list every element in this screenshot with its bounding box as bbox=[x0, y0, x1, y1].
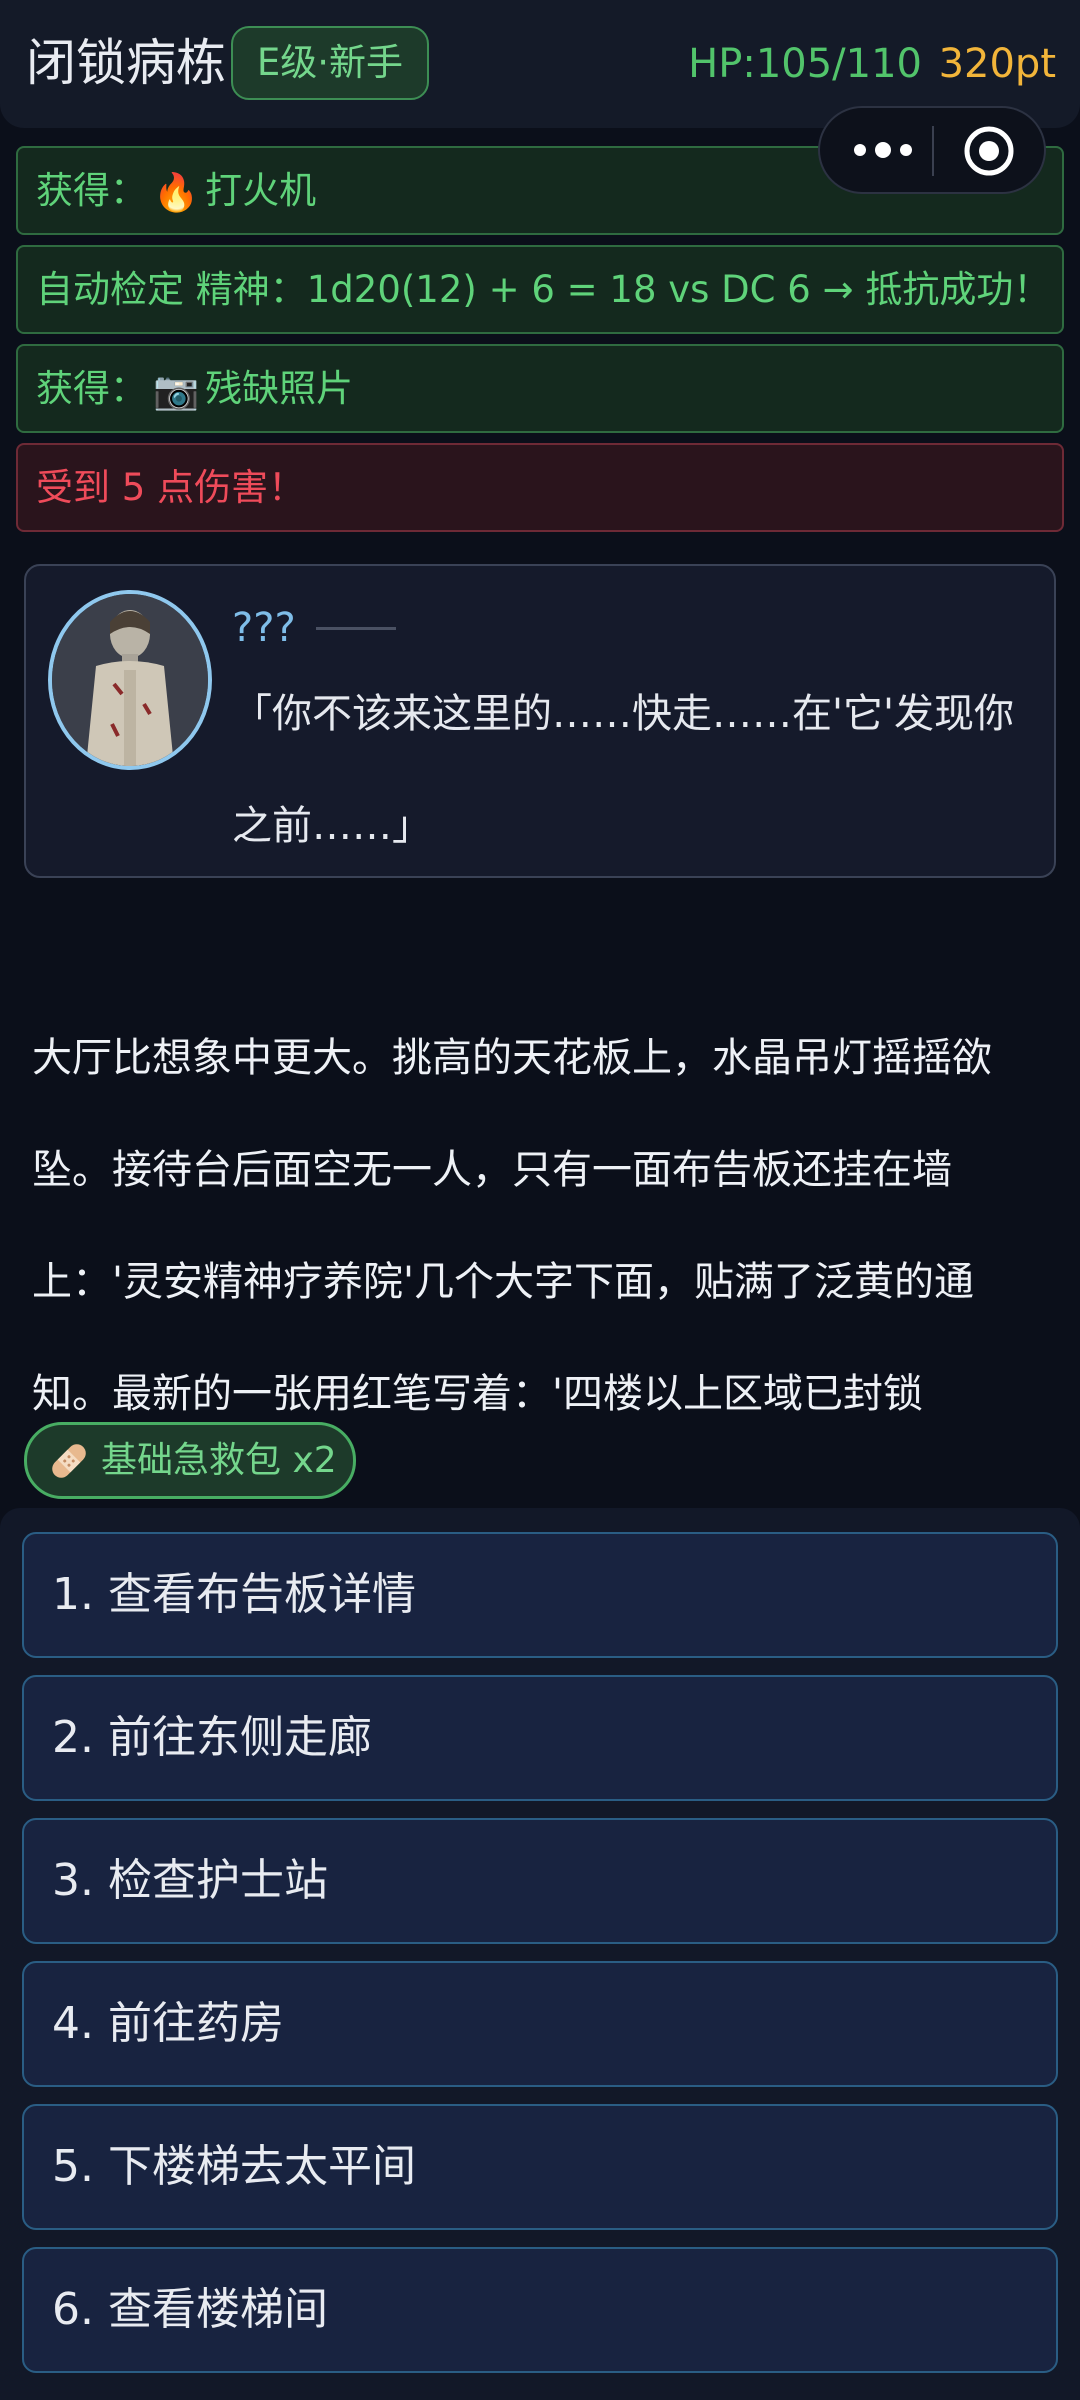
notice-auto-check: 自动检定 精神：1d20(12) + 6 = 18 vs DC 6 → 抵抗成功… bbox=[16, 245, 1064, 334]
choice-button-1[interactable]: 1. 查看布告板详情 bbox=[22, 1532, 1058, 1658]
notice-prefix: 获得： bbox=[36, 367, 147, 410]
choice-button-4[interactable]: 4. 前往药房 bbox=[22, 1961, 1058, 2087]
speaker-name: ??? bbox=[232, 605, 296, 651]
choice-button-3[interactable]: 3. 检查护士站 bbox=[22, 1818, 1058, 1944]
more-dots-icon[interactable] bbox=[848, 130, 918, 170]
notice-prefix: 获得： bbox=[36, 169, 147, 212]
miniprogram-capsule bbox=[818, 106, 1046, 194]
notice-text: 打火机 bbox=[205, 169, 317, 212]
speaker-divider bbox=[316, 627, 396, 630]
nurse-figure-icon bbox=[52, 594, 208, 766]
choice-button-2[interactable]: 2. 前往东侧走廊 bbox=[22, 1675, 1058, 1801]
item-chip-first-aid[interactable]: 基础急救包 x2 bbox=[24, 1422, 356, 1499]
bandage-icon bbox=[52, 1444, 86, 1478]
record-close-icon[interactable] bbox=[962, 124, 1016, 178]
fire-icon: 🔥 bbox=[153, 171, 200, 214]
hp-indicator: HP:105/110 bbox=[688, 41, 922, 87]
choice-button-5[interactable]: 5. 下楼梯去太平间 bbox=[22, 2104, 1058, 2230]
choice-button-6[interactable]: 6. 查看楼梯间 bbox=[22, 2247, 1058, 2373]
camera-icon: 📷 bbox=[153, 369, 200, 412]
notice-damage: 受到 5 点伤害！ bbox=[16, 443, 1064, 532]
item-chip-label: 基础急救包 x2 bbox=[101, 1440, 337, 1481]
dialog-card: ??? 「你不该来这里的……快走……在'它'发现你之前……」 bbox=[24, 564, 1056, 878]
page-title: 闭锁病栋 bbox=[26, 34, 226, 92]
notice-text: 自动检定 精神：1d20(12) + 6 = 18 vs DC 6 → 抵抗成功… bbox=[36, 268, 1051, 311]
notice-text: 残缺照片 bbox=[205, 367, 354, 410]
points-indicator: 320pt bbox=[938, 41, 1056, 87]
notice-obtain-photo: 获得： 📷 残缺照片 bbox=[16, 344, 1064, 433]
level-badge: E级·新手 bbox=[231, 26, 429, 100]
notice-text: 受到 5 点伤害！ bbox=[36, 466, 306, 509]
nurse-avatar bbox=[48, 590, 212, 770]
dialog-text: 「你不该来这里的……快走……在'它'发现你之前……」 bbox=[232, 691, 1014, 849]
capsule-divider bbox=[932, 126, 934, 176]
narrative-text: 大厅比想象中更大。挑高的天花板上，水晶吊灯摇摇欲坠。接待台后面空无一人，只有一面… bbox=[32, 1035, 992, 1417]
